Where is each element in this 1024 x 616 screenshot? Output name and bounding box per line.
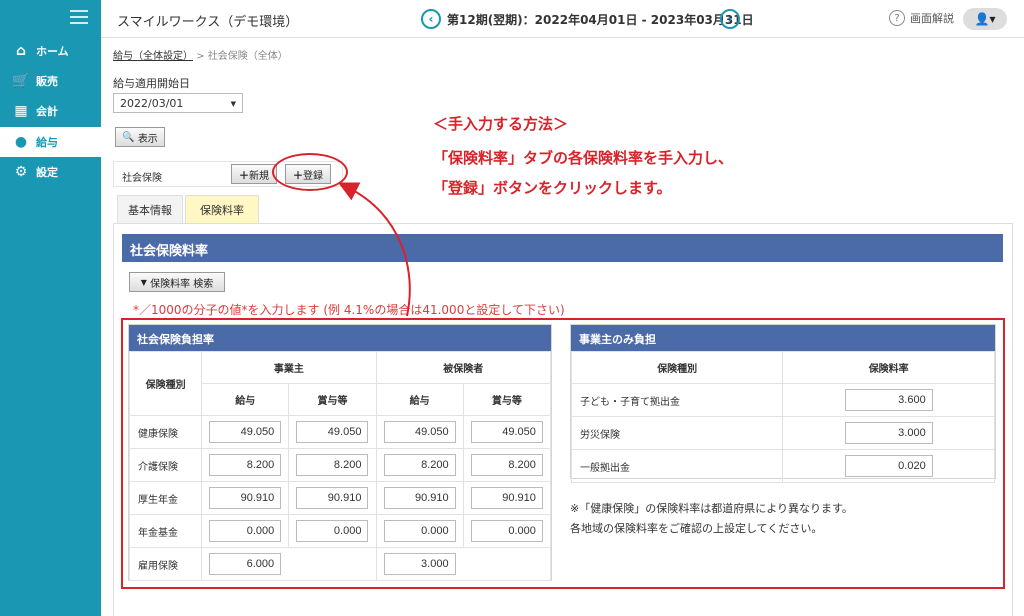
sidebar-item-label: 給与 xyxy=(36,136,58,149)
gear-icon: ⚙ xyxy=(14,164,28,180)
sidebar-item-label: ホーム xyxy=(36,45,69,58)
sidebar-item-payroll[interactable]: ● 給与 xyxy=(0,127,101,157)
home-icon: ⌂ xyxy=(15,43,27,59)
cart-icon: 🛒 xyxy=(12,73,30,89)
main-content: 給与（全体設定） > 社会保険（全体） 給与適用開始日 2022/03/01 ▼… xyxy=(101,39,1024,616)
sidebar-item-accounting[interactable]: ▦ 会計 xyxy=(0,96,101,126)
hamburger-menu-icon[interactable] xyxy=(70,10,88,24)
sidebar-item-label: 販売 xyxy=(36,75,58,88)
annotation-arrow xyxy=(338,182,411,317)
sidebar-item-label: 会計 xyxy=(36,105,58,118)
sidebar-item-sales[interactable]: 🛒 販売 xyxy=(0,66,101,96)
question-icon: ? xyxy=(889,10,905,26)
sidebar: ⌂ ホーム 🛒 販売 ▦ 会計 ● 給与 ⚙ 設定 xyxy=(0,0,101,616)
prev-period-icon[interactable]: ‹ xyxy=(421,9,441,29)
fiscal-period: 第12期(翌期)：2022年04月01日 - 2023年03月31日 xyxy=(447,13,754,27)
calculator-icon: ▦ xyxy=(14,103,28,119)
money-bag-icon: ● xyxy=(14,134,28,150)
next-period-icon[interactable]: › xyxy=(720,9,740,29)
user-menu-button[interactable]: 👤▾ xyxy=(963,8,1007,30)
sidebar-item-home[interactable]: ⌂ ホーム xyxy=(0,36,101,66)
help-button[interactable]: ? 画面解説 xyxy=(889,10,954,26)
user-icon: 👤▾ xyxy=(974,12,996,26)
sidebar-item-settings[interactable]: ⚙ 設定 xyxy=(0,157,101,187)
help-label: 画面解説 xyxy=(910,12,954,25)
sidebar-item-label: 設定 xyxy=(36,166,58,179)
header: スマイルワークス（デモ環境） ‹ 第12期(翌期)：2022年04月01日 - … xyxy=(101,0,1024,38)
company-name: スマイルワークス（デモ環境） xyxy=(117,15,299,30)
